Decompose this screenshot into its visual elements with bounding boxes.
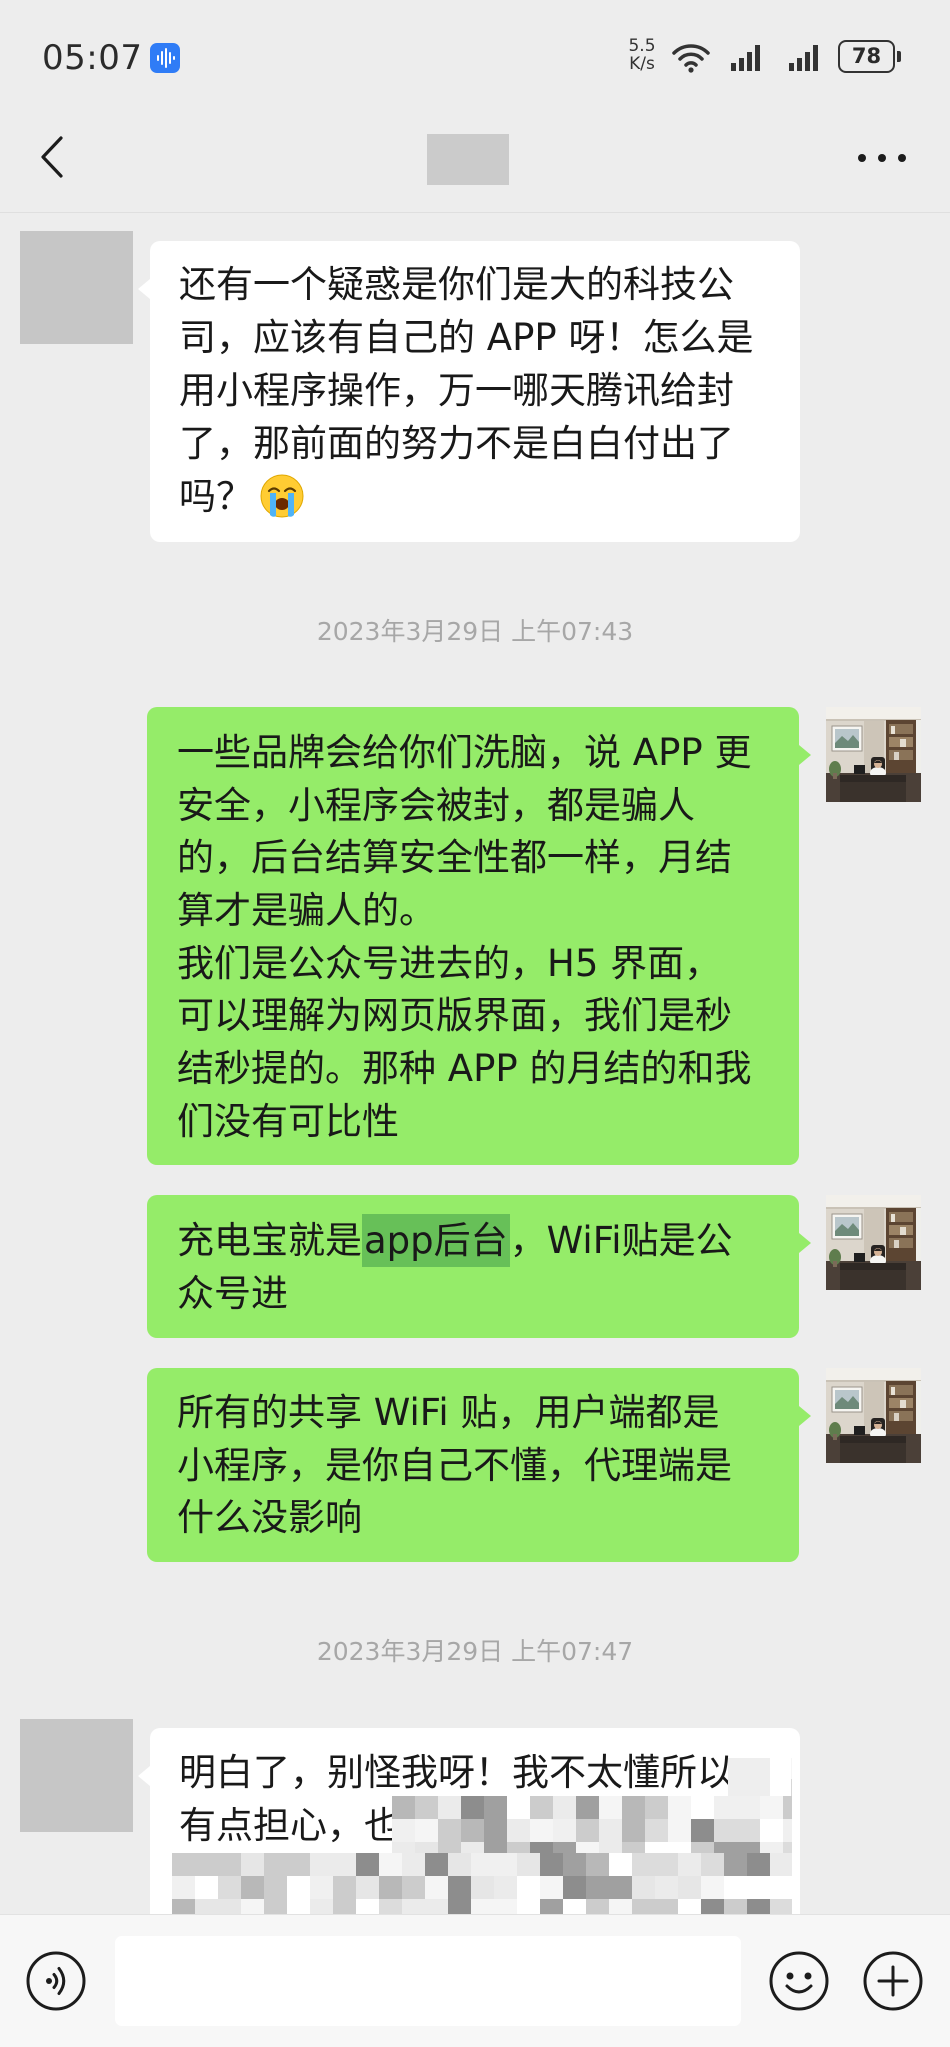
signal-bars-icon xyxy=(786,42,826,72)
avatar-photo xyxy=(826,1368,921,1463)
voice-input-button[interactable] xyxy=(25,1950,87,2012)
message-text-line: 一些品牌会给你们洗脑，说 APP 更 xyxy=(177,731,752,774)
signal-bars-icon xyxy=(728,42,768,72)
battery-icon: 78 xyxy=(838,40,901,73)
message-text-line: 了，那前面的努力不是白白付出了 xyxy=(179,422,734,465)
message-text-line: 有点担心，也 xyxy=(179,1804,401,1847)
message-input[interactable] xyxy=(115,1936,741,2026)
message-text-line: 众号进 xyxy=(177,1271,288,1315)
network-speed-value: 5.5 xyxy=(628,36,656,56)
voice-wave-icon xyxy=(150,43,180,73)
message-text-line: 用小程序操作，万一哪天腾讯给封 xyxy=(179,369,734,412)
message-bubble-sent[interactable]: 充电宝就是app后台，WiFi贴是公 众号进 xyxy=(147,1195,811,1338)
chevron-left-icon xyxy=(41,136,63,178)
emoji-smile-icon xyxy=(769,1951,829,2011)
message-text-line: 吗？ xyxy=(179,470,800,523)
message-text-line: 还有一个疑惑是你们是大的科技公 xyxy=(179,263,734,306)
avatar-contact[interactable] xyxy=(20,231,133,344)
avatar-photo xyxy=(826,707,921,802)
avatar-self[interactable] xyxy=(826,1195,921,1290)
message-text-line: 算才是骗人的。 xyxy=(177,889,436,933)
message-text-line: 们没有可比性 xyxy=(177,1099,399,1143)
message-text-line: 什么没影响 xyxy=(177,1496,362,1540)
plus-button[interactable] xyxy=(862,1950,924,2012)
more-dots-icon xyxy=(858,154,906,162)
message-bubble-sent[interactable]: 所有的共享 WiFi 贴，用户端都是 小程序，是你自己不懂，代理端是 什么没影响 xyxy=(147,1368,811,1562)
avatar-photo xyxy=(826,1195,921,1290)
loudly-crying-face-emoji xyxy=(259,473,305,519)
avatar-contact[interactable] xyxy=(20,1719,133,1832)
battery-level: 78 xyxy=(851,44,882,68)
message-text-line: 我们是公众号进去的，H5 界面， xyxy=(177,941,722,985)
plus-circle-icon xyxy=(863,1951,923,2011)
network-speed: 5.5 K/s xyxy=(622,37,662,73)
message-text-line: 司，应该有自己的 APP 呀！怎么是 xyxy=(179,316,754,359)
more-button[interactable] xyxy=(852,138,912,178)
input-bar xyxy=(0,1914,950,2047)
message-text-line: 安全，小程序会被封，都是骗人 xyxy=(177,783,695,827)
message-text-line: 充电宝就是app后台，WiFi贴是公 xyxy=(177,1214,799,1268)
message-text-line: 可以理解为网页版界面，我们是秒 xyxy=(177,994,732,1038)
message-bubble-sent[interactable]: 一些品牌会给你们洗脑，说 APP 更 安全，小程序会被封，都是骗人 的，后台结算… xyxy=(147,707,811,1165)
nav-bar xyxy=(0,115,950,213)
message-text-line: 明白了，别怪我呀！我不太懂所以 xyxy=(179,1751,734,1794)
back-button[interactable] xyxy=(34,132,74,182)
chat-screen: 05:07 5.5 K/s 78 还有一个疑惑是你们是大的科技公 司，应该有自己… xyxy=(0,0,950,2047)
message-text-line: 的，后台结算安全性都一样，月结 xyxy=(177,836,732,880)
message-bubble-received[interactable]: 还有一个疑惑是你们是大的科技公 司，应该有自己的 APP 呀！怎么是 用小程序操… xyxy=(138,241,800,542)
status-time: 05:07 xyxy=(42,38,143,78)
message-text: ，WiFi贴是公 xyxy=(509,1219,733,1262)
avatar-self[interactable] xyxy=(826,707,921,802)
avatar-self[interactable] xyxy=(826,1368,921,1463)
chat-title-redacted xyxy=(427,134,509,185)
chat-timestamp: 2023年3月29日 上午07:43 xyxy=(316,617,634,646)
message-text: 充电宝就是 xyxy=(177,1219,362,1262)
network-speed-unit: K/s xyxy=(629,54,655,74)
emoji-button[interactable] xyxy=(768,1950,830,2012)
message-text-line: 所有的共享 WiFi 贴，用户端都是 xyxy=(177,1391,720,1434)
status-bar: 05:07 5.5 K/s 78 xyxy=(0,0,950,115)
message-text-line: 结秒提的。那种 APP 的月结的和我 xyxy=(177,1047,752,1091)
message-text: 吗？ xyxy=(179,475,253,518)
chat-timestamp: 2023年3月29日 上午07:47 xyxy=(316,1637,634,1666)
message-text-line: 小程序，是你自己不懂，代理端是 xyxy=(177,1443,732,1487)
wifi-icon xyxy=(670,40,712,74)
highlighted-text[interactable]: app后台 xyxy=(362,1214,510,1267)
voice-input-icon xyxy=(26,1951,86,2011)
